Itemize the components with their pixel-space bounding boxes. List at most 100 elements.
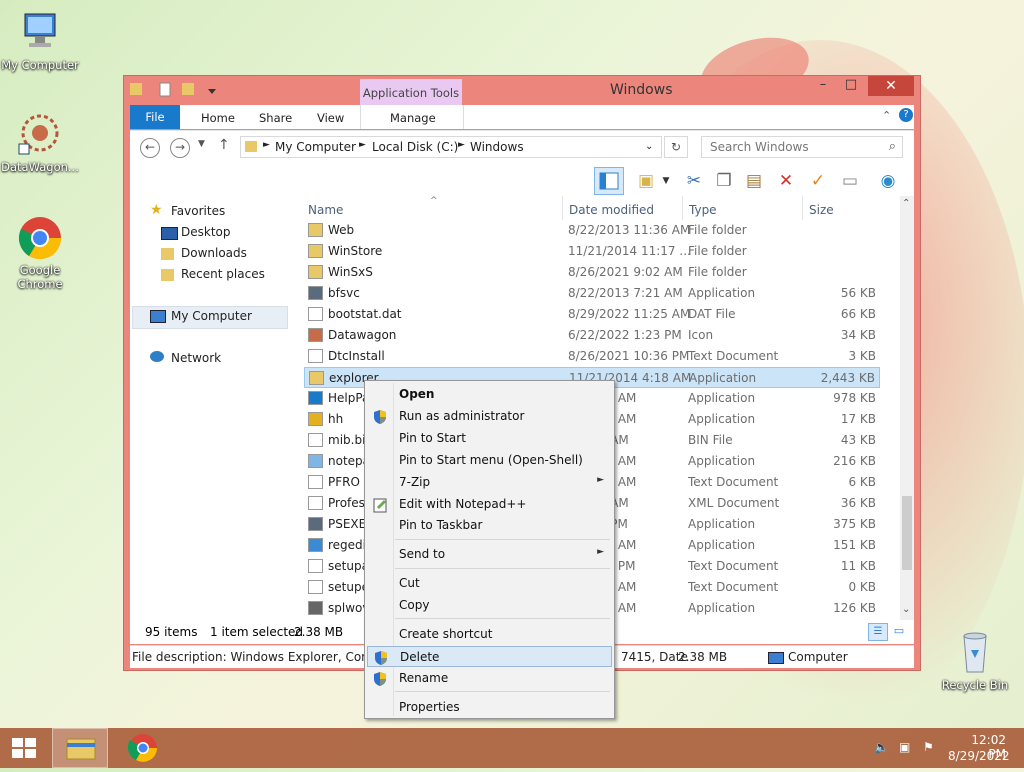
file-type: File folder bbox=[688, 223, 747, 237]
search-input[interactable]: Search Windows ⌕ bbox=[701, 136, 903, 158]
cut-icon[interactable]: ✂ bbox=[682, 169, 706, 193]
tab-file[interactable]: File bbox=[130, 105, 180, 129]
address-dropdown-icon[interactable]: ⌄ bbox=[645, 141, 653, 152]
tab-share[interactable]: Share bbox=[259, 111, 292, 125]
scroll-up-icon[interactable]: ⌃ bbox=[902, 198, 910, 209]
menu-item-open[interactable]: Open bbox=[367, 384, 612, 405]
chrome-icon bbox=[127, 734, 157, 762]
globe-icon[interactable]: ◉ bbox=[876, 169, 900, 193]
minimize-ribbon-icon[interactable]: ⌃ bbox=[882, 109, 891, 122]
table-row[interactable]: DtcInstall 8/26/2021 10:36 PM Text Documen… bbox=[304, 346, 880, 367]
computer-icon bbox=[768, 652, 784, 664]
minimize-button[interactable]: – bbox=[810, 76, 836, 96]
table-row[interactable]: bfsvc 8/22/2013 7:21 AM Application 56 KB bbox=[304, 283, 880, 304]
menu-item-pin-to-start-menu-open-shell[interactable]: Pin to Start menu (Open-Shell) bbox=[367, 450, 612, 471]
delete-icon[interactable]: ✕ bbox=[774, 169, 798, 193]
column-header-name[interactable]: Name bbox=[308, 203, 343, 217]
file-size: 126 KB bbox=[833, 601, 876, 615]
tab-home[interactable]: Home bbox=[201, 111, 235, 125]
address-input[interactable]: ► My Computer ► Local Disk (C:) ► Window… bbox=[240, 136, 662, 158]
nav-my-computer[interactable]: My Computer bbox=[171, 309, 252, 323]
file-size-detail: 2.38 MB bbox=[678, 650, 728, 664]
table-row[interactable]: Datawagon 6/22/2022 1:23 PM Icon 34 KB bbox=[304, 325, 880, 346]
desktop-icon-chrome[interactable]: Google Chrome bbox=[0, 215, 80, 291]
menu-separator bbox=[395, 691, 610, 692]
menu-item-pin-to-start[interactable]: Pin to Start bbox=[367, 428, 612, 449]
file-name: mib.bi bbox=[328, 433, 366, 447]
ribbon-tabs bbox=[130, 105, 914, 129]
menu-item-pin-to-taskbar[interactable]: Pin to Taskbar bbox=[367, 515, 612, 536]
file-size: 34 KB bbox=[840, 328, 876, 342]
maximize-button[interactable]: □ bbox=[838, 76, 864, 96]
action-center-icon[interactable]: ⚑ bbox=[923, 740, 934, 754]
table-row[interactable]: WinStore 11/21/2014 11:17 ... File folder bbox=[304, 241, 880, 262]
menu-item-7-zip[interactable]: 7-Zip ► bbox=[367, 472, 612, 493]
desktop-icon-recycle-bin[interactable]: Recycle Bin bbox=[935, 630, 1015, 692]
menu-item-create-shortcut[interactable]: Create shortcut bbox=[367, 624, 612, 645]
scrollbar-thumb[interactable] bbox=[902, 496, 912, 570]
start-button[interactable] bbox=[0, 728, 48, 768]
taskbar-chrome-button[interactable] bbox=[115, 728, 171, 768]
refresh-button[interactable]: ↻ bbox=[664, 136, 688, 158]
nav-downloads[interactable]: Downloads bbox=[181, 246, 247, 260]
recent-locations-button[interactable]: ▼ bbox=[198, 139, 205, 149]
nav-recent-places[interactable]: Recent places bbox=[181, 267, 265, 281]
breadcrumb-windows[interactable]: Windows bbox=[470, 140, 524, 154]
breadcrumb-local-disk[interactable]: Local Disk (C:) bbox=[372, 140, 458, 154]
printer-icon bbox=[308, 601, 323, 615]
table-row[interactable]: WinSxS 8/26/2021 9:02 AM File folder bbox=[304, 262, 880, 283]
menu-item-cut[interactable]: Cut bbox=[367, 573, 612, 594]
close-button[interactable]: ✕ bbox=[868, 76, 914, 96]
nav-desktop[interactable]: Desktop bbox=[181, 225, 231, 239]
details-view-icon[interactable]: ☰ bbox=[868, 623, 888, 641]
title-bar[interactable]: Windows – □ ✕ bbox=[124, 76, 920, 104]
up-button[interactable]: ↑ bbox=[218, 137, 230, 153]
quick-access-toolbar[interactable] bbox=[130, 81, 220, 99]
file-name: PFRO bbox=[328, 475, 360, 489]
menu-item-send-to[interactable]: Send to ► bbox=[367, 544, 612, 565]
desktop-icon-label: Recycle Bin bbox=[941, 678, 1009, 692]
menu-item-run-as-administrator[interactable]: Run as administrator bbox=[367, 406, 612, 427]
file-size: 3 KB bbox=[848, 349, 876, 363]
paste-icon[interactable]: ▤ bbox=[742, 169, 766, 193]
checkmark-icon[interactable]: ✓ bbox=[806, 169, 830, 193]
file-size: 17 KB bbox=[840, 412, 876, 426]
table-row[interactable]: bootstat.dat 8/29/2022 11:25 AM DAT File 66… bbox=[304, 304, 880, 325]
forward-button[interactable]: → bbox=[170, 138, 190, 158]
scroll-down-icon[interactable]: ⌄ bbox=[902, 604, 910, 615]
help-icon bbox=[308, 391, 323, 405]
folder-icon bbox=[308, 223, 323, 237]
clock-date[interactable]: 8/29/2022 bbox=[948, 749, 1010, 763]
column-header-size[interactable]: Size bbox=[809, 203, 834, 217]
desktop-icon-datawagon[interactable]: DataWagon... bbox=[0, 112, 80, 174]
desktop-icon-label: My Computer bbox=[1, 58, 79, 72]
volume-muted-icon[interactable]: 🔈 bbox=[874, 740, 889, 754]
column-header-type[interactable]: Type bbox=[689, 203, 717, 217]
menu-item-properties[interactable]: Properties bbox=[367, 697, 612, 718]
copy-icon[interactable]: ❐ bbox=[712, 169, 736, 193]
desktop-icon-my-computer[interactable]: My Computer bbox=[0, 10, 80, 72]
tab-view[interactable]: View bbox=[317, 111, 344, 125]
large-icons-view-icon[interactable]: ▭ bbox=[891, 623, 907, 639]
menu-item-rename[interactable]: Rename bbox=[367, 668, 612, 689]
help-icon[interactable]: ? bbox=[899, 108, 913, 122]
rename-icon[interactable]: ▭ bbox=[838, 169, 862, 193]
preview-pane-icon[interactable] bbox=[594, 167, 624, 195]
column-header-date[interactable]: Date modified bbox=[569, 203, 654, 217]
menu-item-label: Pin to Start bbox=[399, 431, 466, 445]
vertical-scrollbar[interactable]: ⌃ ⌄ bbox=[900, 196, 914, 620]
breadcrumb-my-computer[interactable]: My Computer bbox=[275, 140, 356, 154]
dropdown-icon[interactable]: ▼ bbox=[654, 169, 678, 193]
back-button[interactable]: ← bbox=[140, 138, 160, 158]
shield-icon bbox=[372, 671, 388, 687]
file-date: 8/26/2021 9:02 AM bbox=[568, 265, 683, 279]
nav-network[interactable]: Network bbox=[171, 351, 221, 365]
table-row[interactable]: Web 8/22/2013 11:36 AM File folder bbox=[304, 220, 880, 241]
menu-item-delete[interactable]: Delete bbox=[367, 646, 612, 667]
nav-favorites[interactable]: Favorites bbox=[171, 204, 225, 218]
taskbar-explorer-button[interactable] bbox=[52, 728, 108, 768]
network-tray-icon[interactable]: ▣ bbox=[899, 740, 910, 754]
tab-manage[interactable]: Manage bbox=[390, 111, 436, 125]
menu-item-edit-with-notepad[interactable]: Edit with Notepad++ bbox=[367, 494, 612, 515]
menu-item-copy[interactable]: Copy bbox=[367, 595, 612, 616]
